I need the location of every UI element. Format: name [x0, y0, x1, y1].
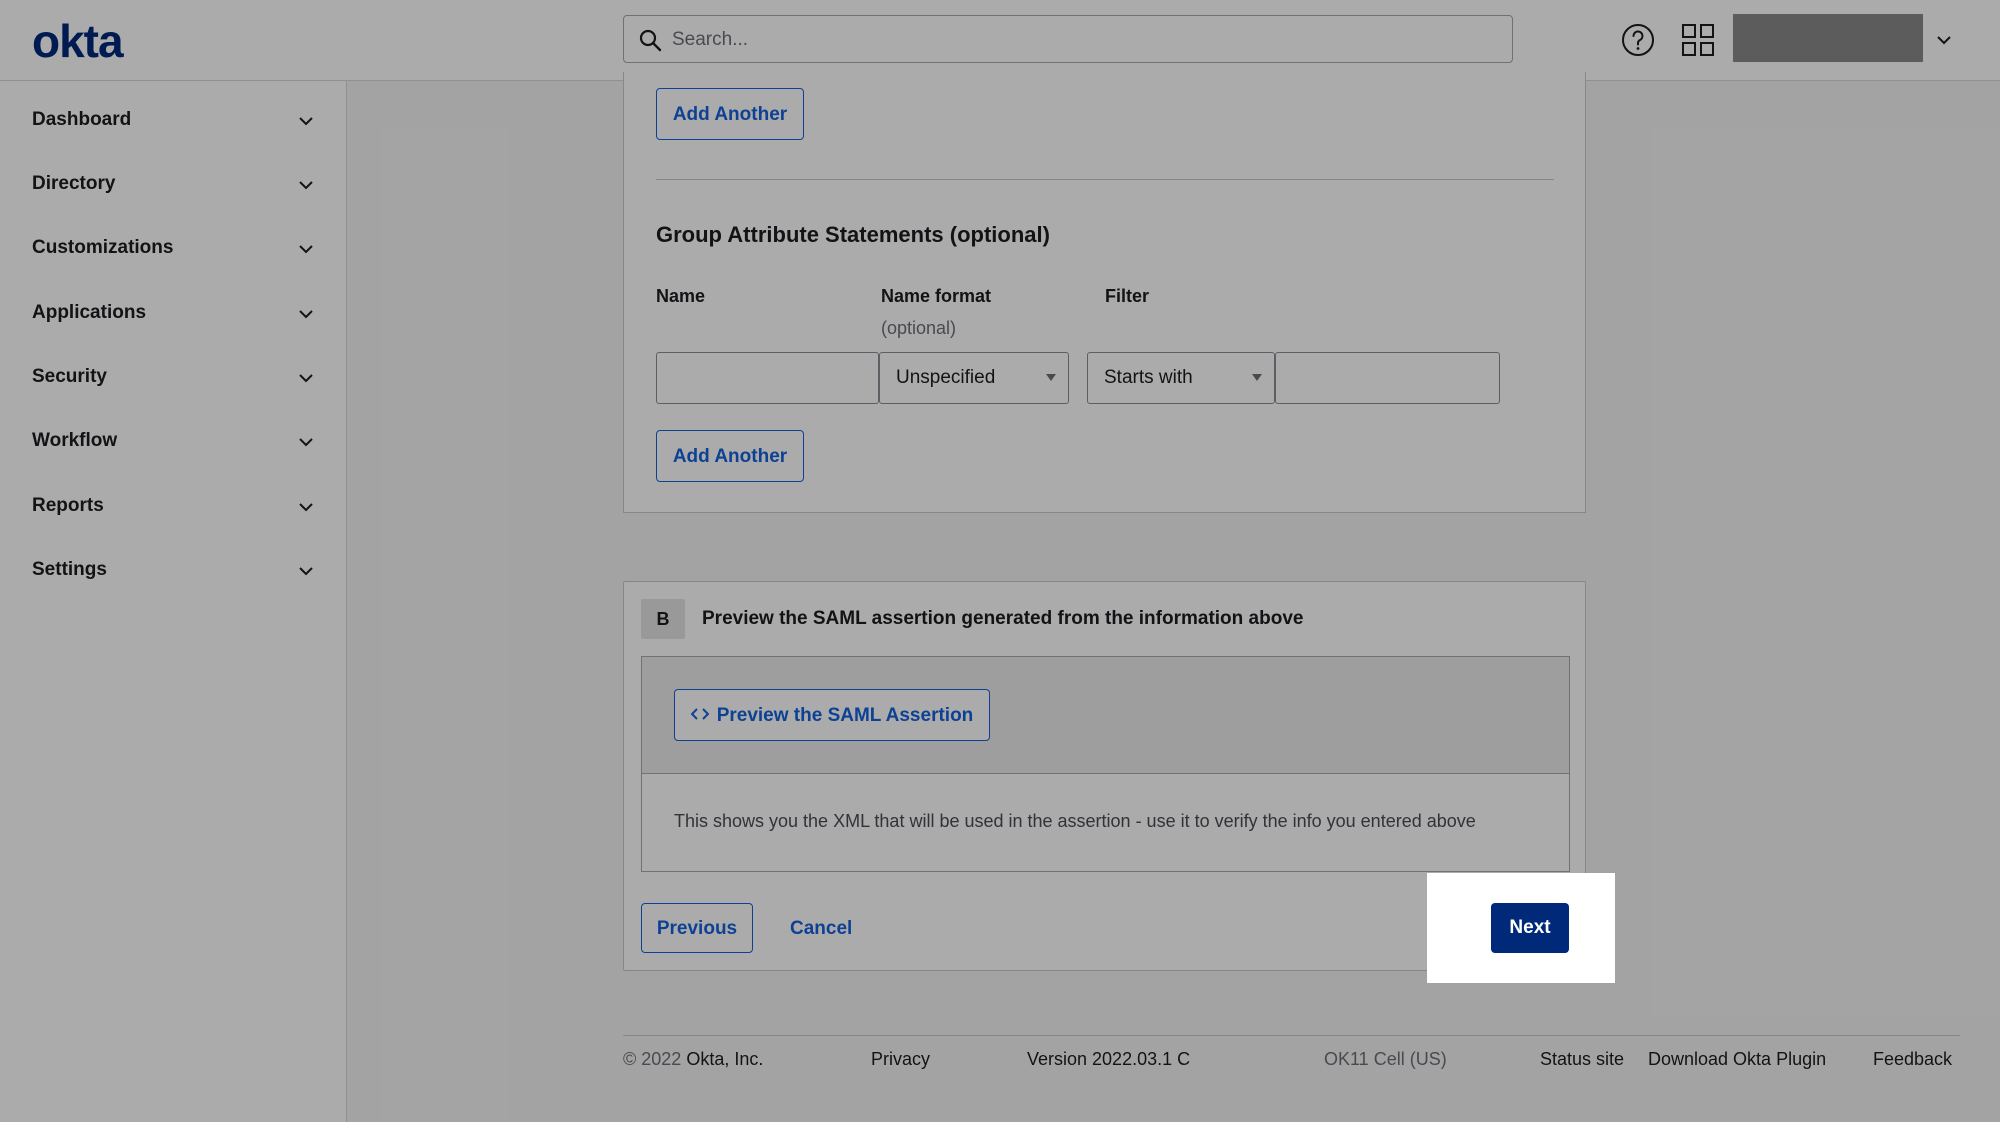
- sidebar-item-label: Reports: [32, 495, 104, 516]
- chevron-down-icon: [299, 310, 313, 319]
- name-format-select[interactable]: Unspecified: [879, 352, 1069, 404]
- column-label-name-format: Name format: [881, 286, 992, 306]
- sidebar-item-label: Dashboard: [32, 109, 132, 130]
- filter-type-select[interactable]: Starts with: [1087, 352, 1275, 404]
- add-another-group-attribute-button[interactable]: Add Another: [656, 430, 804, 482]
- sidebar-item-label: Customizations: [32, 237, 174, 258]
- chevron-down-icon: [299, 374, 313, 383]
- search-box[interactable]: [623, 15, 1513, 64]
- filter-type-value: Starts with: [1104, 367, 1193, 388]
- chevron-down-icon: [299, 117, 313, 126]
- sidebar-item-applications[interactable]: Applications: [0, 288, 346, 340]
- previous-button[interactable]: Previous: [641, 903, 753, 953]
- group-attributes-title: Group Attribute Statements (optional): [656, 222, 1050, 247]
- privacy-link[interactable]: Privacy: [871, 1049, 930, 1070]
- okta-logo[interactable]: okta: [32, 14, 124, 68]
- column-label-name: Name: [656, 286, 706, 306]
- preview-toolbar: Preview the SAML Assertion: [642, 657, 1569, 774]
- column-sublabel-optional: (optional): [881, 318, 957, 338]
- footer-divider: [623, 1035, 1960, 1036]
- group-attribute-name-input[interactable]: [656, 352, 879, 404]
- sidebar-item-label: Settings: [32, 559, 107, 580]
- add-another-attribute-button[interactable]: Add Another: [656, 88, 804, 140]
- sidebar-item-settings[interactable]: Settings: [0, 545, 346, 597]
- step-badge: B: [641, 599, 685, 639]
- copyright-year: © 2022: [623, 1049, 682, 1069]
- chevron-down-icon: [299, 438, 313, 447]
- step-title: Preview the SAML assertion generated fro…: [702, 608, 1304, 629]
- search-icon: [639, 29, 662, 52]
- status-site-link[interactable]: Status site: [1540, 1049, 1624, 1070]
- sidebar-item-label: Applications: [32, 302, 147, 323]
- app-grid-icon[interactable]: [1680, 22, 1716, 58]
- cell-text: OK11 Cell (US): [1324, 1049, 1447, 1069]
- sidebar-item-customizations[interactable]: Customizations: [0, 223, 346, 275]
- sidebar-item-label: Security: [32, 366, 107, 387]
- filter-value-input[interactable]: [1275, 352, 1500, 404]
- section-divider: [656, 179, 1554, 180]
- column-label-filter: Filter: [1105, 286, 1150, 306]
- sidebar-item-directory[interactable]: Directory: [0, 159, 346, 211]
- chevron-down-icon: [299, 181, 313, 190]
- user-menu-redacted[interactable]: [1733, 14, 1923, 62]
- download-plugin-link[interactable]: Download Okta Plugin: [1648, 1049, 1826, 1070]
- caret-down-icon: [1252, 374, 1262, 381]
- preview-saml-assertion-button[interactable]: Preview the SAML Assertion: [674, 689, 990, 741]
- feedback-link[interactable]: Feedback: [1873, 1049, 1952, 1070]
- preview-panel: Preview the SAML Assertion This shows yo…: [641, 656, 1570, 872]
- next-button[interactable]: Next: [1491, 903, 1569, 953]
- chevron-down-icon: [299, 503, 313, 512]
- sidebar-item-label: Directory: [32, 173, 116, 194]
- preview-button-label: Preview the SAML Assertion: [716, 705, 974, 726]
- sidebar-item-dashboard[interactable]: Dashboard: [0, 95, 346, 147]
- app-page: okta Dashboard D: [0, 0, 2000, 1122]
- help-circle-icon[interactable]: [1620, 22, 1656, 58]
- sidebar-item-workflow[interactable]: Workflow: [0, 416, 346, 468]
- caret-down-icon: [1046, 374, 1056, 381]
- chevron-down-icon: [299, 245, 313, 254]
- sidebar-item-reports[interactable]: Reports: [0, 481, 346, 533]
- top-header: okta: [0, 0, 2000, 81]
- chevron-down-icon[interactable]: [1934, 30, 1954, 50]
- attribute-statements-card: Add Another Group Attribute Statements (…: [623, 72, 1586, 513]
- sidebar: Dashboard Directory Customizations Appli…: [0, 81, 347, 1122]
- search-input[interactable]: [670, 16, 1504, 64]
- company-name: Okta, Inc.: [686, 1049, 764, 1069]
- preview-description: This shows you the XML that will be used…: [674, 811, 1476, 831]
- sidebar-item-label: Workflow: [32, 430, 118, 451]
- version-text: Version 2022.03.1 C: [1027, 1049, 1191, 1069]
- cancel-button[interactable]: Cancel: [790, 918, 852, 940]
- footer-copyright: © 2022 Okta, Inc.: [623, 1049, 763, 1070]
- chevron-down-icon: [299, 567, 313, 576]
- code-icon: [690, 708, 709, 720]
- sidebar-item-security[interactable]: Security: [0, 352, 346, 404]
- name-format-value: Unspecified: [896, 367, 996, 388]
